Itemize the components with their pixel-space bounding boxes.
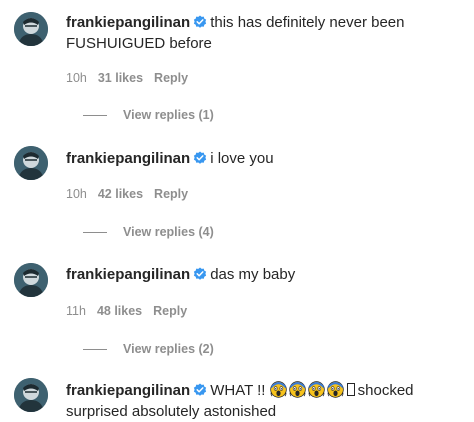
comment-meta: 10h 42 likes Reply — [66, 187, 199, 201]
screaming-face-emoji-icon — [308, 381, 325, 398]
reply-button[interactable]: Reply — [154, 187, 188, 201]
avatar[interactable] — [14, 263, 48, 297]
comment-text: frankiepangilinan this has definitely nev… — [66, 12, 462, 54]
verified-badge-icon — [193, 383, 207, 397]
replies-divider — [83, 348, 107, 350]
comment-username[interactable]: frankiepangilinan — [66, 266, 190, 283]
comment-meta: 11h 48 likes Reply — [66, 304, 198, 318]
comment-likes[interactable]: 48 likes — [97, 304, 142, 318]
comment-likes[interactable]: 31 likes — [98, 71, 143, 85]
verified-badge-icon — [193, 15, 207, 29]
comment-time[interactable]: 10h — [66, 187, 87, 201]
verified-badge-icon — [193, 151, 207, 165]
avatar[interactable] — [14, 146, 48, 180]
replies-divider — [83, 114, 107, 116]
verified-badge-icon — [193, 267, 207, 281]
view-replies-button[interactable]: View replies (4) — [83, 225, 214, 239]
comment-username[interactable]: frankiepangilinan — [66, 14, 190, 31]
screaming-face-emoji-icon — [270, 381, 287, 398]
comment-time[interactable]: 11h — [66, 304, 86, 318]
replies-divider — [83, 231, 107, 233]
view-replies-button[interactable]: View replies (2) — [83, 342, 214, 356]
comment-meta: 10h 31 likes Reply — [66, 71, 199, 85]
reply-button[interactable]: Reply — [154, 71, 188, 85]
view-replies-label: View replies (4) — [123, 225, 214, 239]
comment-text: frankiepangilinan WHAT !! shocked surpris… — [66, 380, 462, 422]
reply-button[interactable]: Reply — [153, 304, 187, 318]
comment-body: das my baby — [210, 266, 296, 283]
missing-glyph-icon — [346, 383, 355, 396]
comment-username[interactable]: frankiepangilinan — [66, 382, 190, 399]
comment-time[interactable]: 10h — [66, 71, 87, 85]
comment-body: i love you — [210, 150, 274, 167]
view-replies-button[interactable]: View replies (1) — [83, 108, 214, 122]
screaming-face-emoji-icon — [327, 381, 344, 398]
avatar[interactable] — [14, 12, 48, 46]
comment-text: frankiepangilinan das my baby — [66, 264, 462, 285]
comment-body: WHAT !! — [210, 382, 266, 399]
comment-username[interactable]: frankiepangilinan — [66, 150, 190, 167]
comment-text: frankiepangilinan i love you — [66, 148, 462, 169]
view-replies-label: View replies (2) — [123, 342, 214, 356]
avatar[interactable] — [14, 378, 48, 412]
comment-likes[interactable]: 42 likes — [98, 187, 143, 201]
screaming-face-emoji-icon — [289, 381, 306, 398]
view-replies-label: View replies (1) — [123, 108, 214, 122]
